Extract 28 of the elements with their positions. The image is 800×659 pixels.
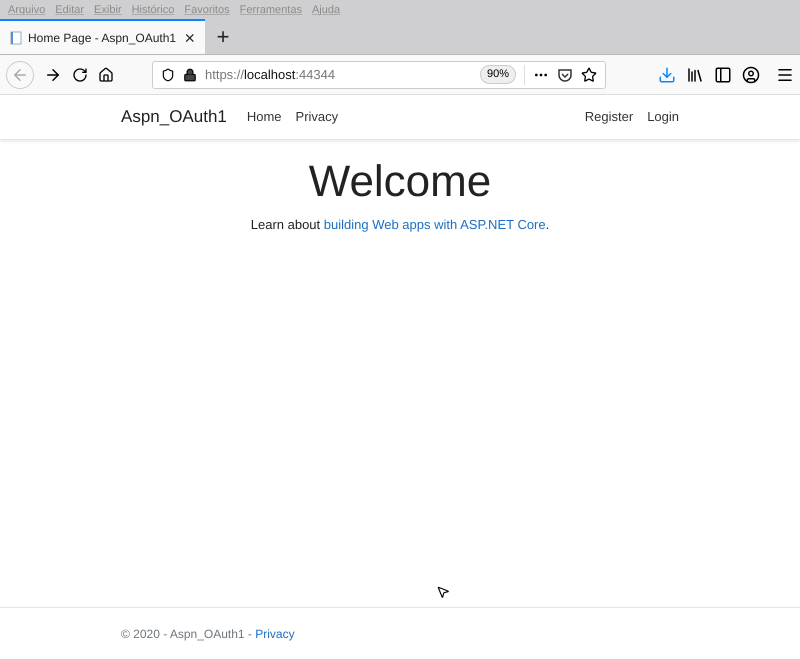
reload-button[interactable] xyxy=(72,66,88,82)
zoom-badge[interactable]: 90% xyxy=(480,65,516,84)
new-tab-button[interactable]: + xyxy=(205,19,241,54)
browser-tab[interactable]: Home Page - Aspn_OAuth1 × xyxy=(0,19,205,54)
privacy-link[interactable]: Privacy xyxy=(255,626,295,640)
brand-link[interactable]: Aspn_OAuth1 xyxy=(121,104,227,130)
shield-icon xyxy=(161,68,175,82)
close-button[interactable]: × xyxy=(184,28,195,46)
home-button[interactable] xyxy=(98,66,114,82)
nav-link[interactable]: Register xyxy=(584,107,634,127)
cursor-icon xyxy=(436,585,450,599)
library-button[interactable] xyxy=(686,66,704,84)
lock-icon xyxy=(183,68,197,82)
account-button[interactable] xyxy=(742,66,760,84)
nav-link[interactable]: Privacy xyxy=(296,107,338,127)
page-icon xyxy=(10,30,22,44)
nav-link[interactable]: Login xyxy=(647,107,679,127)
address-bar[interactable]: https://localhost:44344 90% xyxy=(152,60,606,88)
sidebar-button[interactable] xyxy=(714,66,732,84)
bookmark-button[interactable] xyxy=(581,66,597,82)
welcome-heading: Welcome xyxy=(308,156,492,208)
download-button[interactable] xyxy=(658,66,676,84)
nav-link[interactable]: Home xyxy=(246,107,282,127)
docs-link[interactable]: building Web apps with ASP.NET Core xyxy=(324,217,546,232)
url-text: https://localhost:44344 xyxy=(205,66,336,84)
intro-text: Learn about building Web apps with ASP.NET Core. xyxy=(250,216,550,234)
pocket-icon[interactable] xyxy=(557,66,573,82)
footer-text: © 2020 - Aspn_OAuth1 - Privacy xyxy=(121,626,295,642)
